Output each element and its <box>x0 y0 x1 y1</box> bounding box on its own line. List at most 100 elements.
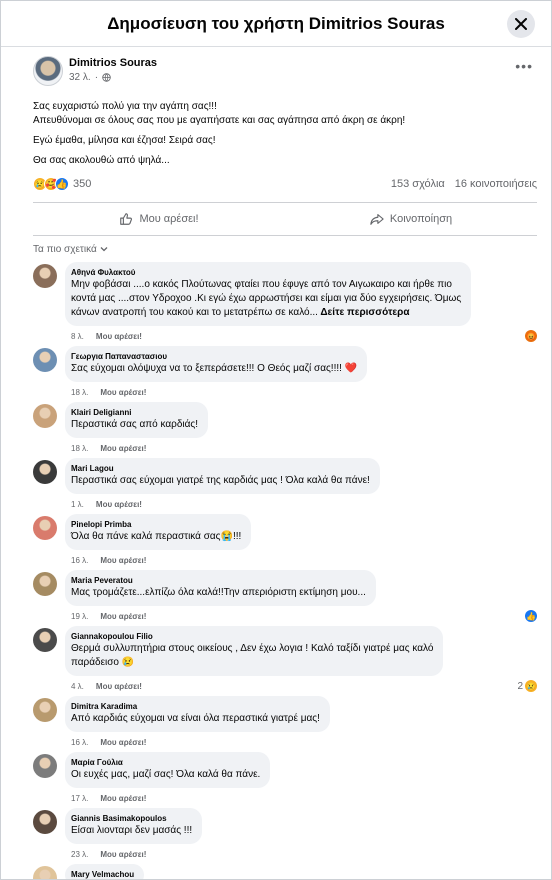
comment-like-button[interactable]: Μου αρέσει! <box>100 612 146 621</box>
comment-like-button[interactable]: Μου αρέσει! <box>96 332 142 341</box>
comment: Μαρία Γούλια Οι ευχές μας, μαζί σας! Όλα … <box>33 752 537 808</box>
comment-time[interactable]: 18 λ. <box>71 444 88 453</box>
close-icon <box>515 18 527 30</box>
comment-author[interactable]: Maria Peveratou <box>71 575 366 586</box>
comment-time[interactable]: 16 λ. <box>71 738 88 747</box>
post-body: Σας ευχαριστώ πολύ για την αγάπη σας!!! … <box>33 100 537 168</box>
avatar[interactable] <box>33 698 57 722</box>
post-time[interactable]: 32 λ. <box>69 72 91 83</box>
comments-list: Αθηνά Φυλακτού Μην φοβάσαι ....ο κακός Πλ… <box>33 262 537 879</box>
comment-text: Περαστικά σας εύχομαι γιατρέ της καρδιάς… <box>71 475 370 486</box>
comment-text: Είσαι λιονταρι δεν μασάς !!! <box>71 825 193 836</box>
comment-time[interactable]: 8 λ. <box>71 332 84 341</box>
avatar[interactable] <box>33 810 57 834</box>
comment-author[interactable]: Klairi Deligianni <box>71 407 198 418</box>
comment-author[interactable]: Mari Lagou <box>71 463 370 474</box>
comment-bubble: Αθηνά Φυλακτού Μην φοβάσαι ....ο κακός Πλ… <box>65 262 472 326</box>
see-more-link[interactable]: Δείτε περισσότερα <box>318 307 409 318</box>
post-header: Dimitrios Souras 32 λ. · ••• <box>33 56 537 96</box>
comment-author[interactable]: Αθηνά Φυλακτού <box>71 267 461 278</box>
comment: Mari Lagou Περαστικά σας εύχομαι γιατρέ τ… <box>33 458 537 514</box>
comment-author[interactable]: Γεωργια Παπαναστασιου <box>71 351 357 362</box>
comment-sort-dropdown[interactable]: Τα πιο σχετικά <box>33 242 537 256</box>
comment-like-button[interactable]: Μου αρέσει! <box>96 500 142 509</box>
comment-like-button[interactable]: Μου αρέσει! <box>96 682 142 691</box>
comment-time[interactable]: 4 λ. <box>71 682 84 691</box>
comment: Mary Velmachou <box>33 864 537 879</box>
modal-header: Δημοσίευση του χρήστη Dimitrios Souras <box>1 1 551 47</box>
comment: Giannakopoulou Filio Θερμά συλλυπητήρια σ… <box>33 626 537 696</box>
shares-count[interactable]: 16 κοινοποιήσεις <box>455 178 537 190</box>
avatar[interactable] <box>33 628 57 652</box>
comment-bubble: Maria Peveratou Μας τρομάζετε...ελπίζω όλ… <box>65 570 376 606</box>
comment-like-button[interactable]: Μου αρέσει! <box>100 388 146 397</box>
sort-label: Τα πιο σχετικά <box>33 243 97 255</box>
avatar[interactable] <box>33 866 57 879</box>
avatar[interactable] <box>33 56 63 86</box>
comment-like-button[interactable]: Μου αρέσει! <box>100 738 146 747</box>
thumbs-up-icon <box>120 213 133 225</box>
comment-text: κάνων ανατροπή του κακού και το μετατρέπ… <box>71 307 410 318</box>
comment-footer: 1 λ. Μου αρέσει! <box>71 494 537 514</box>
globe-icon <box>102 73 111 82</box>
comment-text: Μας τρομάζετε...ελπίζω όλα καλά!!Την απε… <box>71 587 366 598</box>
comment-text: παράδεισο 😢 <box>71 657 135 668</box>
comment-time[interactable]: 18 λ. <box>71 388 88 397</box>
post-modal: Δημοσίευση του χρήστη Dimitrios Souras D… <box>0 0 552 880</box>
comment: Pinelopi Primba Όλα θα πάνε καλά περαστικ… <box>33 514 537 570</box>
like-reaction-icon: 👍 <box>525 610 537 622</box>
comment-text: Οι ευχές μας, μαζί σας! Όλα καλά θα πάνε… <box>71 769 261 780</box>
comment-reaction[interactable]: 2 😢 <box>517 680 537 692</box>
comment-time[interactable]: 1 λ. <box>71 500 84 509</box>
comment-author[interactable]: Dimitra Karadima <box>71 701 320 712</box>
comment-reaction[interactable]: 😡 <box>525 330 537 342</box>
comment-footer: 18 λ. Μου αρέσει! <box>71 438 537 458</box>
comment-bubble: Mari Lagou Περαστικά σας εύχομαι γιατρέ τ… <box>65 458 380 494</box>
comment-footer: 16 λ. Μου αρέσει! <box>71 732 537 752</box>
comment-time[interactable]: 19 λ. <box>71 612 88 621</box>
comment-time[interactable]: 23 λ. <box>71 850 88 859</box>
comment-author[interactable]: Pinelopi Primba <box>71 519 241 530</box>
comment-time[interactable]: 16 λ. <box>71 556 88 565</box>
avatar[interactable] <box>33 572 57 596</box>
like-button[interactable]: Μου αρέσει! <box>33 203 285 235</box>
comment-author[interactable]: Giannakopoulou Filio <box>71 631 433 642</box>
post-stats: 😢 🥰 👍 350 153 σχόλια 16 κοινοποιήσεις <box>33 174 537 194</box>
like-label: Μου αρέσει! <box>139 213 199 225</box>
post-paragraph: Σας ευχαριστώ πολύ για την αγάπη σας!!! … <box>33 101 406 126</box>
comment-reaction-count: 2 <box>517 680 523 692</box>
avatar[interactable] <box>33 460 57 484</box>
avatar[interactable] <box>33 264 57 288</box>
comment-footer: 18 λ. Μου αρέσει! <box>71 382 537 402</box>
comment-like-button[interactable]: Μου αρέσει! <box>100 444 146 453</box>
share-icon <box>370 214 384 225</box>
avatar[interactable] <box>33 404 57 428</box>
modal-scroll-area[interactable]: Dimitrios Souras 32 λ. · ••• Σας ευχαρισ… <box>1 48 551 879</box>
comment-footer: 19 λ. Μου αρέσει! 👍 <box>71 606 537 626</box>
avatar[interactable] <box>33 754 57 778</box>
comments-count[interactable]: 153 σχόλια <box>391 178 445 190</box>
comment-text: Μην φοβάσαι ....ο κακός Πλούτωνας φταίει… <box>71 279 452 290</box>
comment-author[interactable]: Mary Velmachou <box>71 869 134 879</box>
share-button[interactable]: Κοινοποίηση <box>285 203 537 235</box>
comment-like-button[interactable]: Μου αρέσει! <box>100 850 146 859</box>
avatar[interactable] <box>33 348 57 372</box>
avatar[interactable] <box>33 516 57 540</box>
post-author[interactable]: Dimitrios Souras <box>69 57 157 69</box>
reaction-icons[interactable]: 😢 🥰 👍 <box>33 177 69 191</box>
comment-bubble: Dimitra Karadima Από καρδιάς εύχομαι να ε… <box>65 696 330 732</box>
comment-time[interactable]: 17 λ. <box>71 794 88 803</box>
comment-author[interactable]: Giannis Basimakopoulos <box>71 813 192 824</box>
comment-text: Όλα θα πάνε καλά περαστικά σας😭!!! <box>71 531 242 542</box>
comment-like-button[interactable]: Μου αρέσει! <box>100 556 146 565</box>
more-horizontal-icon[interactable]: ••• <box>515 58 533 74</box>
comment-text: Από καρδιάς εύχομαι να είναι όλα περαστι… <box>71 713 320 724</box>
close-button[interactable] <box>507 10 535 38</box>
comment-like-button[interactable]: Μου αρέσει! <box>100 794 146 803</box>
comment-reaction[interactable]: 👍 <box>525 610 537 622</box>
comment-author[interactable]: Μαρία Γούλια <box>71 757 260 768</box>
post-meta: 32 λ. · <box>69 72 111 83</box>
comment: Klairi Deligianni Περαστικά σας από καρδι… <box>33 402 537 458</box>
comment-footer: 16 λ. Μου αρέσει! <box>71 550 537 570</box>
reaction-count[interactable]: 350 <box>73 178 91 190</box>
